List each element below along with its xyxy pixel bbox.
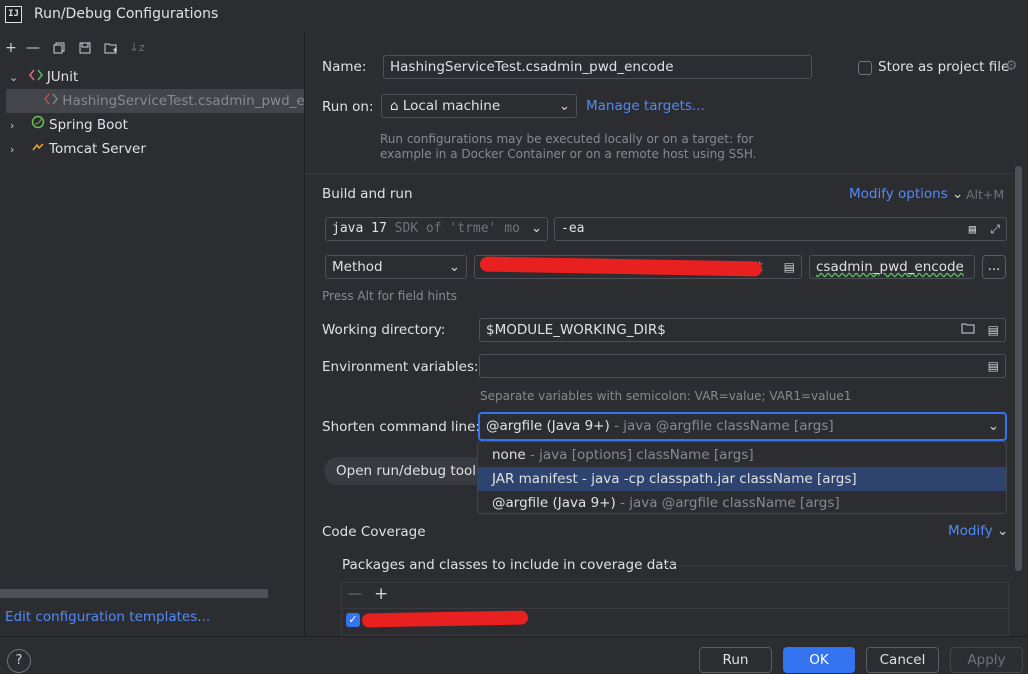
panel-divider[interactable] — [304, 30, 305, 636]
chevron-down-icon: ⌄ — [952, 186, 964, 202]
name-field[interactable]: HashingServiceTest.csadmin_pwd_encode — [383, 55, 812, 79]
jdk-value: java 17 — [332, 221, 387, 236]
tree-item-tomcat[interactable]: › Tomcat Server — [0, 137, 304, 161]
tree-item-spring-boot[interactable]: › Spring Boot — [0, 113, 304, 137]
dropdown-option-jar-manifest[interactable]: JAR manifest - java -cp classpath.jar cl… — [478, 467, 1006, 491]
separator-line — [662, 565, 1008, 566]
shorten-command-line-combo[interactable]: @argfile (Java 9+) - java @argfile class… — [478, 412, 1007, 441]
chevron-down-icon: ⌄ — [997, 523, 1009, 539]
chevron-down-icon: ⌄ — [558, 98, 570, 114]
tree-item-tomcat-label: Tomcat Server — [49, 141, 146, 157]
dropdown-option-argfile[interactable]: @argfile (Java 9+) - java @argfile class… — [478, 491, 1006, 515]
name-label: Name: — [322, 59, 367, 75]
tree-item-hashing-test[interactable]: HashingServiceTest.csadmin_pwd_enc — [6, 89, 304, 113]
run-on-label: Run on: — [322, 99, 374, 115]
expand-text-icon[interactable]: ▤ — [988, 355, 999, 377]
vm-options-field[interactable]: -ea ▤ ⤢ — [554, 217, 1007, 241]
expand-text-icon[interactable]: ▤ — [969, 218, 976, 240]
shorten-value-hint: - java @argfile className [args] — [614, 418, 834, 434]
sort-icon[interactable]: ↓z — [126, 37, 148, 59]
jdk-combo[interactable]: java 17 SDK of 'trme' mo ⌄ — [325, 217, 548, 241]
folder-add-icon[interactable] — [100, 37, 122, 59]
shorten-value: @argfile (Java 9+) — [486, 418, 610, 434]
browse-class-icon[interactable]: ▤ — [784, 256, 795, 278]
spring-boot-icon — [31, 115, 49, 133]
working-directory-field[interactable]: $MODULE_WORKING_DIR$ ▤ — [479, 318, 1006, 342]
horizontal-scrollbar[interactable] — [0, 589, 268, 598]
coverage-modify-link[interactable]: Modify ⌄ — [948, 523, 1008, 539]
redaction-mark — [361, 610, 529, 628]
test-kind-value: Method — [332, 259, 383, 275]
build-and-run-heading: Build and run — [322, 186, 413, 202]
run-on-hint-line2: example in a Docker Container or on a re… — [380, 147, 757, 161]
vertical-scrollbar[interactable] — [1015, 166, 1022, 571]
section-separator — [305, 173, 1013, 174]
home-icon: ⌂ — [390, 98, 399, 114]
store-as-project-label: Store as project file — [878, 59, 1010, 75]
packages-label: Packages and classes to include in cover… — [342, 557, 678, 573]
coverage-item-checkbox[interactable]: ✓ — [346, 613, 360, 627]
tree-item-junit-label: JUnit — [46, 69, 79, 85]
method-field[interactable]: csadmin_pwd_encode — [809, 255, 975, 279]
shorten-command-line-dropdown: none - java [options] className [args] J… — [477, 441, 1007, 514]
tree-item-junit[interactable]: ⌄ JUnit — [0, 65, 304, 89]
gear-icon[interactable]: ⚙ — [1005, 58, 1018, 74]
shorten-command-line-label: Shorten command line: — [322, 419, 480, 435]
window-title: Run/Debug Configurations — [34, 6, 219, 22]
remove-icon[interactable]: — — [22, 37, 44, 59]
vm-options-value: -ea — [561, 221, 585, 236]
run-button[interactable]: Run — [699, 647, 772, 673]
jdk-hint: SDK of 'trme' mo — [394, 221, 520, 236]
footer-separator — [0, 636, 1028, 637]
store-as-project-checkbox[interactable] — [858, 61, 872, 75]
remove-icon[interactable]: — — [348, 586, 362, 602]
add-icon[interactable]: + — [0, 37, 22, 59]
alt-hint: Press Alt for field hints — [322, 289, 457, 303]
tomcat-icon — [31, 141, 49, 157]
manage-targets-link[interactable]: Manage targets... — [586, 98, 705, 114]
browse-method-button[interactable]: ... — [982, 255, 1006, 279]
method-value: csadmin_pwd_encode — [816, 259, 964, 275]
ok-button[interactable]: OK — [783, 647, 855, 673]
chevron-right-icon[interactable]: › — [10, 143, 14, 156]
working-directory-label: Working directory: — [322, 322, 446, 338]
run-on-hint-line1: Run configurations may be executed local… — [380, 132, 754, 146]
modify-options-link[interactable]: Modify options ⌄ — [849, 186, 963, 202]
chevron-down-icon: ⌄ — [448, 259, 460, 275]
run-on-combo[interactable]: ⌂ Local machine ⌄ — [381, 94, 577, 118]
cancel-button[interactable]: Cancel — [866, 647, 939, 673]
list-separator — [342, 608, 1008, 609]
chevron-right-icon[interactable]: › — [10, 119, 14, 132]
junit-icon — [28, 69, 47, 85]
copy-icon[interactable] — [48, 37, 70, 59]
test-icon — [44, 93, 62, 109]
environment-variables-label: Environment variables: — [322, 359, 479, 375]
open-tool-window-chip[interactable]: Open run/debug tool w — [324, 457, 484, 485]
dropdown-option-none[interactable]: none - java [options] className [args] — [478, 443, 1006, 467]
tree-item-spring-label: Spring Boot — [49, 117, 128, 133]
folder-icon[interactable] — [961, 319, 975, 341]
chevron-down-icon[interactable]: ⌄ — [9, 71, 18, 84]
maximize-icon[interactable]: ⤢ — [990, 218, 1000, 240]
working-directory-value: $MODULE_WORKING_DIR$ — [486, 322, 666, 338]
test-kind-combo[interactable]: Method ⌄ — [325, 255, 467, 279]
chevron-down-icon: ⌄ — [987, 418, 999, 434]
code-coverage-heading: Code Coverage — [322, 524, 426, 540]
tree-item-hashing-label: HashingServiceTest.csadmin_pwd_enc — [62, 93, 304, 109]
add-icon[interactable]: + — [374, 584, 388, 604]
modify-options-shortcut: Alt+M — [966, 187, 1005, 202]
environment-variables-hint: Separate variables with semicolon: VAR=v… — [480, 389, 852, 403]
chevron-down-icon: ⌄ — [531, 221, 542, 236]
save-icon[interactable] — [74, 37, 96, 59]
expand-text-icon[interactable]: ▤ — [988, 319, 999, 341]
apply-button[interactable]: Apply — [950, 647, 1023, 673]
intellij-app-icon: IJ — [5, 6, 22, 23]
help-button[interactable]: ? — [7, 649, 31, 673]
run-on-value: Local machine — [402, 98, 501, 114]
edit-templates-link[interactable]: Edit configuration templates... — [5, 609, 210, 625]
coverage-list — [341, 582, 1009, 636]
environment-variables-field[interactable]: ▤ — [479, 354, 1006, 378]
